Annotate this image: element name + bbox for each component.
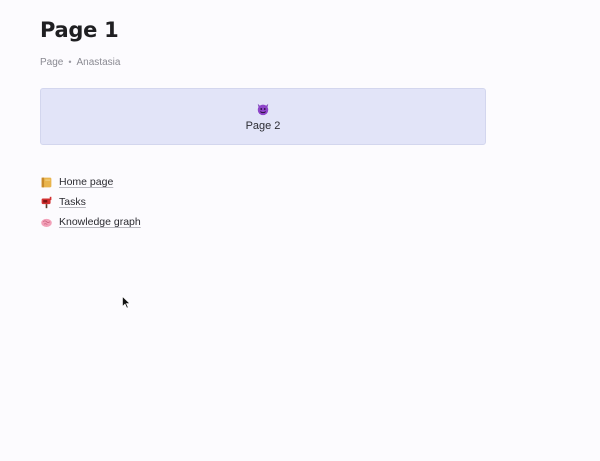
tasks-link[interactable]: Tasks <box>59 196 86 208</box>
mouse-cursor-icon <box>122 296 131 309</box>
page-link-card[interactable]: Page 2 <box>40 88 486 145</box>
page-content: Page 1 Page • Anastasia Page 2 Home page <box>40 14 560 232</box>
mailbox-emoji-icon <box>41 196 52 208</box>
list-item-knowledge-graph: Knowledge graph <box>40 212 560 232</box>
home-page-link[interactable]: Home page <box>59 176 113 188</box>
link-list: Home page Tasks Knowledge graph <box>40 172 560 232</box>
notebook-emoji-icon <box>41 177 52 187</box>
page-author[interactable]: Anastasia <box>77 57 121 68</box>
meta-separator: • <box>68 57 72 67</box>
page-link-label: Page 2 <box>245 119 281 132</box>
list-item-home-page: Home page <box>40 172 560 192</box>
smiling-devil-emoji-icon <box>257 103 269 115</box>
knowledge-graph-link[interactable]: Knowledge graph <box>59 216 141 228</box>
brain-emoji-icon <box>41 218 52 227</box>
page-type-label: Page <box>40 56 64 68</box>
list-item-tasks: Tasks <box>40 192 560 212</box>
page-meta: Page • Anastasia <box>40 55 560 69</box>
page-title[interactable]: Page 1 <box>40 14 560 46</box>
